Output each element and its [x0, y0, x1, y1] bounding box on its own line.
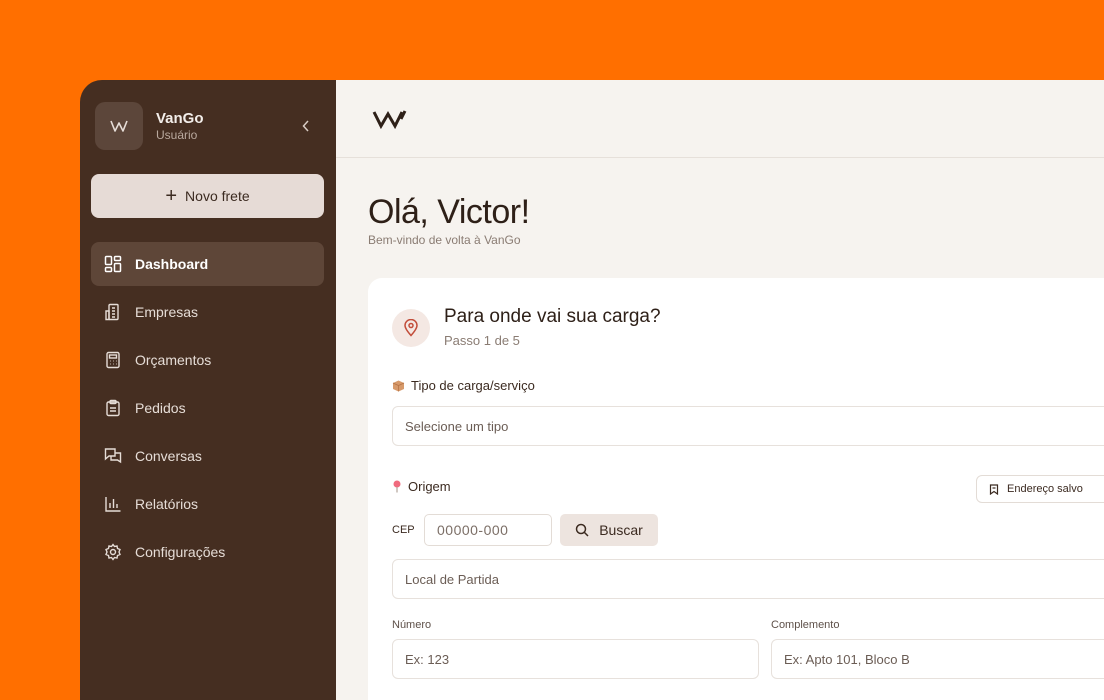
brand-role: Usuário	[156, 128, 198, 142]
search-icon	[575, 523, 589, 537]
complement-label: Complemento	[771, 619, 840, 631]
step-indicator: Passo 1 de 5	[444, 333, 520, 348]
brand-logo-icon	[95, 102, 143, 150]
brand-name: VanGo	[156, 110, 204, 127]
number-input[interactable]: Ex: 123	[392, 639, 759, 679]
form-title: Para onde vai sua carga?	[444, 306, 661, 327]
chat-icon	[104, 447, 122, 465]
sidebar-item-conversas[interactable]: Conversas	[91, 434, 324, 478]
complement-input[interactable]: Ex: Apto 101, Bloco B	[771, 639, 1104, 679]
origin-label: Origem	[392, 479, 451, 494]
building-icon	[104, 303, 122, 321]
cep-input[interactable]	[424, 514, 552, 546]
departure-location-input[interactable]: Local de Partida	[392, 559, 1104, 599]
bar-chart-icon	[104, 495, 122, 513]
sidebar-item-label: Dashboard	[135, 256, 209, 272]
calculator-icon	[104, 351, 122, 369]
sidebar-item-label: Configurações	[135, 544, 226, 560]
sidebar-item-dashboard[interactable]: Dashboard	[91, 242, 324, 286]
sidebar-nav: Dashboard Empresas Orçamentos Pedidos Co…	[91, 242, 324, 578]
gear-icon	[104, 543, 122, 561]
map-pin-icon	[392, 309, 430, 347]
number-label: Número	[392, 619, 432, 631]
sidebar-item-label: Conversas	[135, 448, 202, 464]
sidebar-item-label: Orçamentos	[135, 352, 212, 368]
pushpin-icon	[392, 480, 402, 493]
clipboard-icon	[104, 399, 122, 417]
dashboard-icon	[104, 255, 122, 273]
collapse-sidebar-button[interactable]	[298, 116, 314, 136]
vango-logo-icon	[372, 109, 407, 129]
sidebar-item-relatorios[interactable]: Relatórios	[91, 482, 324, 526]
bookmark-icon	[989, 483, 999, 495]
saved-address-button[interactable]: Endereço salvo	[976, 475, 1104, 503]
sidebar-item-pedidos[interactable]: Pedidos	[91, 386, 324, 430]
app-window: VanGo Usuário + Novo frete Dashboard Emp…	[80, 80, 1104, 700]
sidebar-item-orcamentos[interactable]: Orçamentos	[91, 338, 324, 382]
sidebar-item-label: Empresas	[135, 304, 199, 320]
new-freight-button[interactable]: + Novo frete	[91, 174, 324, 218]
freight-form-card: Para onde vai sua carga? Passo 1 de 5 Ti…	[368, 278, 1104, 700]
sidebar-item-label: Relatórios	[135, 496, 199, 512]
top-bar	[336, 80, 1104, 158]
cep-label: CEP	[392, 524, 415, 536]
plus-icon: +	[165, 185, 178, 207]
main-content: Olá, Victor! Bem-vindo de volta à VanGo …	[336, 80, 1104, 700]
sidebar: VanGo Usuário + Novo frete Dashboard Emp…	[80, 80, 336, 700]
cargo-type-label: Tipo de carga/serviço	[392, 378, 535, 393]
chevron-left-icon	[302, 120, 309, 132]
page-subtitle: Bem-vindo de volta à VanGo	[368, 233, 521, 247]
page-title: Olá, Victor!	[368, 193, 530, 231]
package-icon	[392, 380, 405, 392]
sidebar-item-label: Pedidos	[135, 400, 186, 416]
sidebar-item-configuracoes[interactable]: Configurações	[91, 530, 324, 574]
brand: VanGo Usuário	[95, 102, 204, 150]
sidebar-item-empresas[interactable]: Empresas	[91, 290, 324, 334]
new-freight-label: Novo frete	[185, 188, 250, 204]
cargo-type-select[interactable]: Selecione um tipo	[392, 406, 1104, 446]
search-cep-button[interactable]: Buscar	[560, 514, 658, 546]
